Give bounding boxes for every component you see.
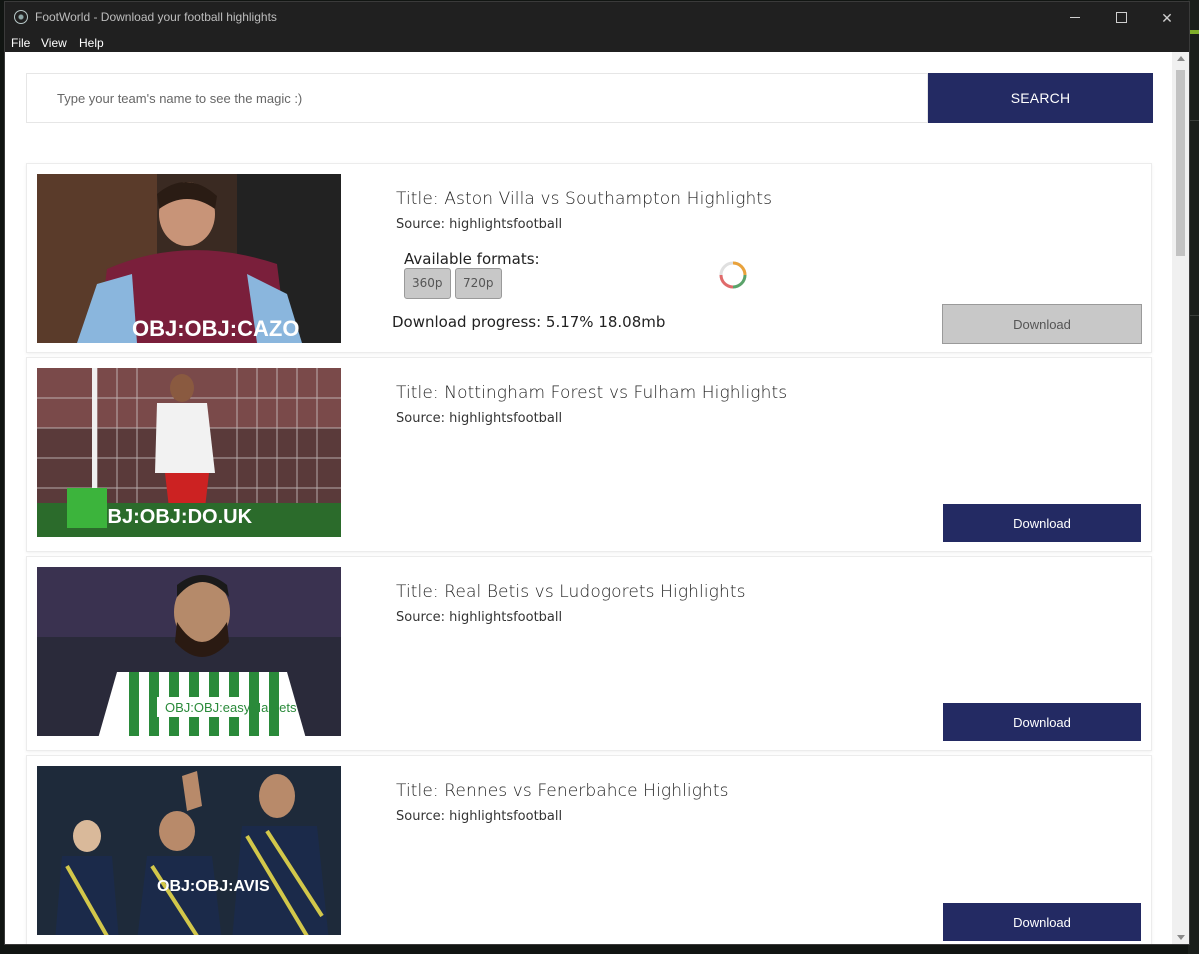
- main-content: SEARCH OBJ:OBJ:CAZO Title: Aston Villa v…: [5, 52, 1172, 944]
- download-button[interactable]: Download: [943, 903, 1141, 941]
- thumbnail-image: OBJ:OBJ:AVIS: [37, 766, 341, 935]
- video-title: Title: Rennes vs Fenerbahce Highlights: [396, 781, 729, 801]
- scroll-thumb[interactable]: [1176, 70, 1185, 256]
- svg-text:OBJ:OBJ:CAZO: OBJ:OBJ:CAZO: [132, 316, 299, 341]
- close-icon: ✕: [1161, 10, 1173, 26]
- video-source: Source: highlightsfootball: [396, 809, 563, 824]
- video-source: Source: highlightsfootball: [396, 217, 563, 232]
- result-card: OBJ:OBJ:easyMarkets Title: Real Betis vs…: [26, 556, 1152, 751]
- app-window: FootWorld - Download your football highl…: [4, 1, 1190, 945]
- menu-help[interactable]: Help: [79, 36, 104, 50]
- vertical-scrollbar[interactable]: [1172, 52, 1189, 944]
- close-button[interactable]: ✕: [1144, 2, 1189, 34]
- thumbnail-image: OBJ:OBJ:CAZO: [37, 174, 341, 343]
- format-360p-button[interactable]: 360p: [404, 268, 451, 299]
- menu-view[interactable]: View: [41, 36, 67, 50]
- video-title: Title: Nottingham Forest vs Fulham Highl…: [396, 383, 788, 403]
- download-button[interactable]: Download: [943, 504, 1141, 542]
- result-card: OBJ:OBJ:AVIS Title: Rennes vs Fenerbahce…: [26, 755, 1152, 944]
- format-720p-button[interactable]: 720p: [455, 268, 502, 299]
- formats-label: Available formats:: [404, 250, 540, 268]
- result-card: OBJ:OBJ:CAZO Title: Aston Villa vs South…: [26, 163, 1152, 353]
- video-title: Title: Real Betis vs Ludogorets Highligh…: [396, 582, 746, 602]
- app-logo-icon: [14, 10, 28, 24]
- desktop-accent: [1190, 30, 1199, 34]
- search-button[interactable]: SEARCH: [928, 73, 1153, 123]
- maximize-icon: [1116, 12, 1127, 23]
- svg-text:OBJ:OBJ:DO.UK: OBJ:OBJ:DO.UK: [92, 506, 253, 528]
- video-title: Title: Aston Villa vs Southampton Highli…: [396, 189, 773, 209]
- scroll-up-arrow-icon[interactable]: [1177, 56, 1185, 61]
- download-button[interactable]: Download: [943, 703, 1141, 741]
- svg-text:OBJ:OBJ:AVIS: OBJ:OBJ:AVIS: [157, 878, 270, 895]
- loading-spinner-icon: [718, 260, 748, 290]
- thumbnail-image: OBJ:OBJ:DO.UK: [37, 368, 341, 537]
- window-title: FootWorld - Download your football highl…: [35, 10, 277, 24]
- thumbnail-image: OBJ:OBJ:easyMarkets: [37, 567, 341, 736]
- menu-bar: File View Help: [5, 34, 1189, 52]
- minimize-button[interactable]: [1052, 2, 1098, 34]
- maximize-button[interactable]: [1098, 2, 1144, 34]
- search-input[interactable]: [26, 73, 928, 123]
- menu-file[interactable]: File: [11, 36, 30, 50]
- video-source: Source: highlightsfootball: [396, 610, 563, 625]
- minimize-icon: [1070, 17, 1080, 18]
- svg-text:OBJ:OBJ:easyMarkets: OBJ:OBJ:easyMarkets: [165, 700, 297, 715]
- download-progress-text: Download progress: 5.17% 18.08mb: [392, 313, 666, 331]
- title-bar: FootWorld - Download your football highl…: [5, 2, 1189, 34]
- result-card: OBJ:OBJ:DO.UK Title: Nottingham Forest v…: [26, 357, 1152, 552]
- video-source: Source: highlightsfootball: [396, 411, 563, 426]
- download-button[interactable]: Download: [942, 304, 1142, 344]
- scroll-down-arrow-icon[interactable]: [1177, 935, 1185, 940]
